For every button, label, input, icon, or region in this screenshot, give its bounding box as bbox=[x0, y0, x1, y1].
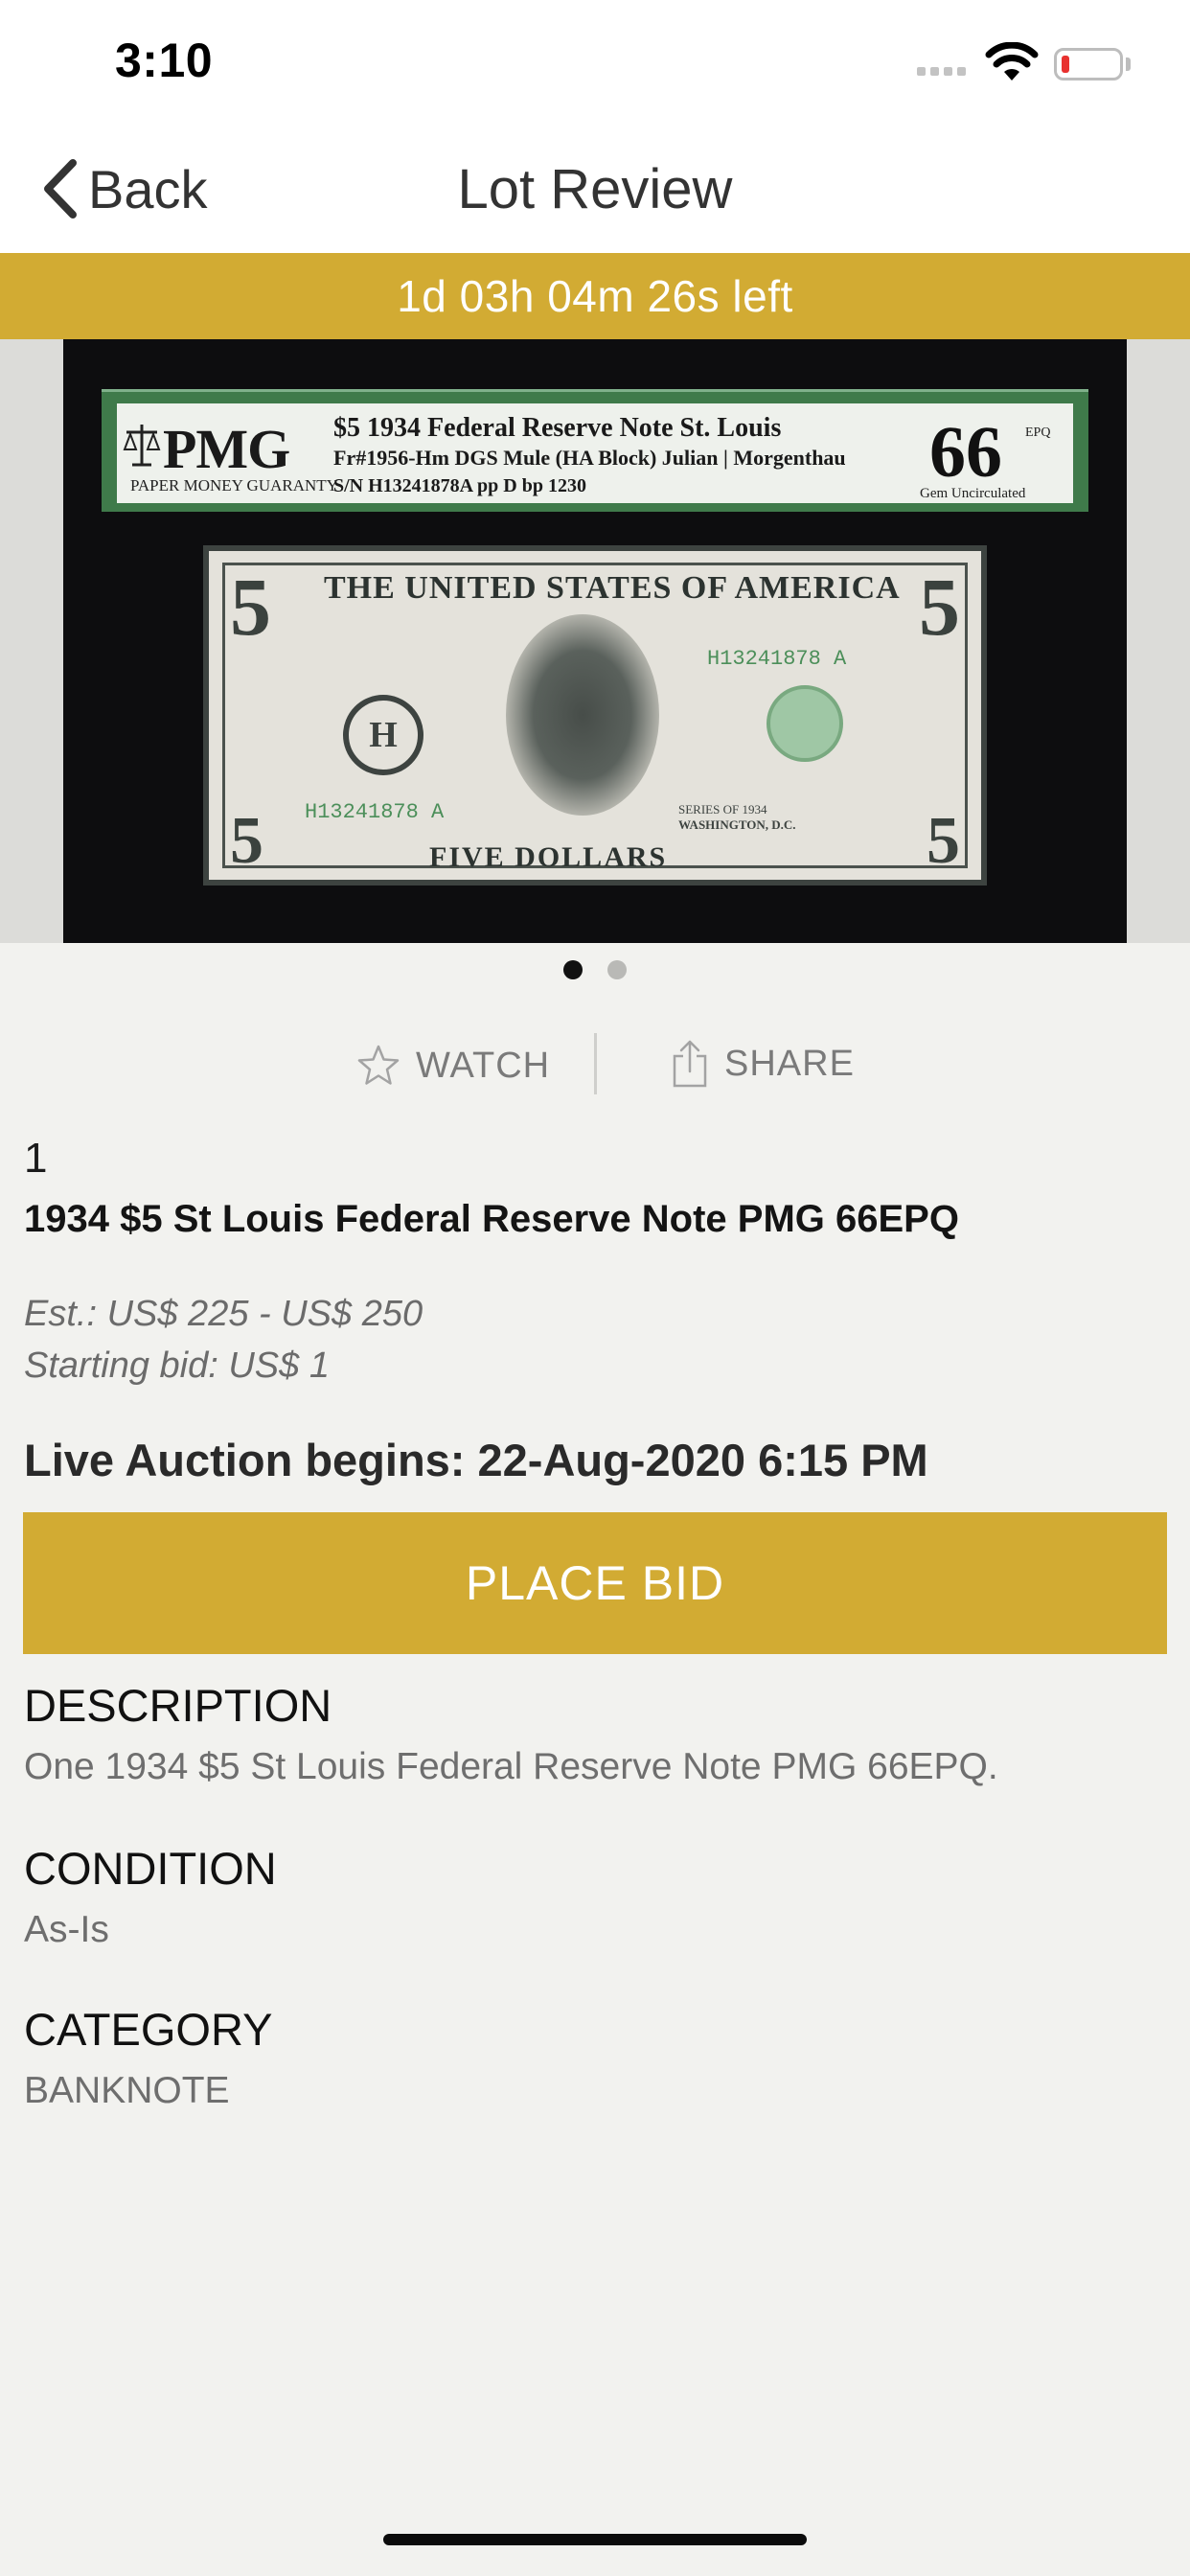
banknote-city: WASHINGTON, D.C. bbox=[678, 817, 796, 832]
countdown-text: 1d 03h 04m 26s left bbox=[397, 271, 793, 321]
category-heading: CATEGORY bbox=[24, 2004, 273, 2055]
pmg-grade: 66 bbox=[929, 412, 1002, 493]
description-heading: DESCRIPTION bbox=[24, 1680, 332, 1731]
pmg-logo: PMG bbox=[163, 418, 290, 480]
share-button[interactable]: SHARE bbox=[671, 1037, 855, 1091]
back-button[interactable]: Back bbox=[38, 155, 208, 222]
banknote-bottom-text: FIVE DOLLARS bbox=[429, 841, 668, 873]
banknote-denomination: 5 bbox=[919, 561, 960, 653]
page-dot[interactable] bbox=[607, 960, 627, 979]
chevron-left-icon bbox=[44, 159, 77, 218]
watch-button[interactable]: WATCH bbox=[356, 1039, 550, 1092]
pmg-line-1: $5 1934 Federal Reserve Note St. Louis bbox=[333, 413, 782, 443]
banknote-serial: H13241878 A bbox=[305, 800, 445, 824]
star-icon bbox=[357, 1045, 400, 1085]
pmg-grade-description: Gem Uncirculated bbox=[920, 486, 1026, 501]
back-label: Back bbox=[88, 158, 208, 219]
countdown-banner: 1d 03h 04m 26s left bbox=[0, 253, 1190, 339]
status-time: 3:10 bbox=[115, 34, 214, 87]
pmg-holder-label: PMG PAPER MONEY GUARANTY $5 1934 Federal… bbox=[102, 389, 1088, 512]
lot-estimate: Est.: US$ 225 - US$ 250 bbox=[24, 1294, 423, 1334]
place-bid-button[interactable]: PLACE BID bbox=[23, 1512, 1167, 1654]
banknote-denomination: 5 bbox=[230, 804, 263, 878]
lot-image[interactable]: PMG PAPER MONEY GUARANTY $5 1934 Federal… bbox=[63, 339, 1127, 943]
federal-reserve-seal: H bbox=[343, 695, 423, 775]
lot-image-gallery[interactable]: PMG PAPER MONEY GUARANTY $5 1934 Federal… bbox=[0, 339, 1190, 943]
banknote-serial: H13241878 A bbox=[707, 647, 847, 671]
watch-label: WATCH bbox=[416, 1045, 551, 1086]
battery-icon bbox=[1054, 48, 1123, 80]
nav-bar: Lot Review Back bbox=[0, 126, 1190, 253]
cellular-signal-icon bbox=[917, 67, 966, 76]
pmg-line-2: Fr#1956-Hm DGS Mule (HA Block) Julian | … bbox=[333, 446, 846, 470]
action-divider bbox=[594, 1033, 597, 1094]
scales-icon bbox=[123, 425, 161, 467]
wifi-icon bbox=[985, 42, 1039, 80]
condition-heading: CONDITION bbox=[24, 1843, 277, 1894]
pmg-logo-subtitle: PAPER MONEY GUARANTY bbox=[130, 476, 338, 494]
pmg-line-3: S/N H13241878A pp D bp 1230 bbox=[333, 475, 586, 496]
home-indicator[interactable] bbox=[383, 2534, 807, 2545]
banknote-series: SERIES OF 1934 bbox=[678, 802, 767, 816]
pmg-description: $5 1934 Federal Reserve Note St. Louis F… bbox=[333, 413, 846, 499]
description-body: One 1934 $5 St Louis Federal Reserve Not… bbox=[24, 1746, 998, 1787]
lot-starting-bid: Starting bid: US$ 1 bbox=[24, 1346, 330, 1386]
lot-title: 1934 $5 St Louis Federal Reserve Note PM… bbox=[24, 1198, 959, 1240]
pmg-grade-suffix: EPQ bbox=[1025, 426, 1051, 440]
page-dot-active[interactable] bbox=[563, 960, 583, 979]
condition-body: As-Is bbox=[24, 1909, 109, 1950]
category-body: BANKNOTE bbox=[24, 2070, 230, 2111]
gallery-page-indicator[interactable] bbox=[0, 960, 1190, 979]
banknote-title: THE UNITED STATES OF AMERICA bbox=[324, 570, 901, 606]
banknote-image: THE UNITED STATES OF AMERICA 5 5 5 5 H H… bbox=[203, 545, 987, 886]
banknote-denomination: 5 bbox=[230, 561, 271, 653]
lot-number: 1 bbox=[24, 1135, 48, 1182]
status-bar: 3:10 bbox=[0, 0, 1190, 126]
banknote-denomination: 5 bbox=[927, 804, 960, 878]
treasury-seal bbox=[767, 685, 843, 762]
share-label: SHARE bbox=[724, 1043, 855, 1084]
share-icon bbox=[673, 1040, 707, 1088]
lot-actions: WATCH SHARE bbox=[0, 1033, 1190, 1096]
live-auction-date: Live Auction begins: 22-Aug-2020 6:15 PM bbox=[24, 1435, 928, 1485]
lincoln-portrait bbox=[506, 614, 659, 816]
